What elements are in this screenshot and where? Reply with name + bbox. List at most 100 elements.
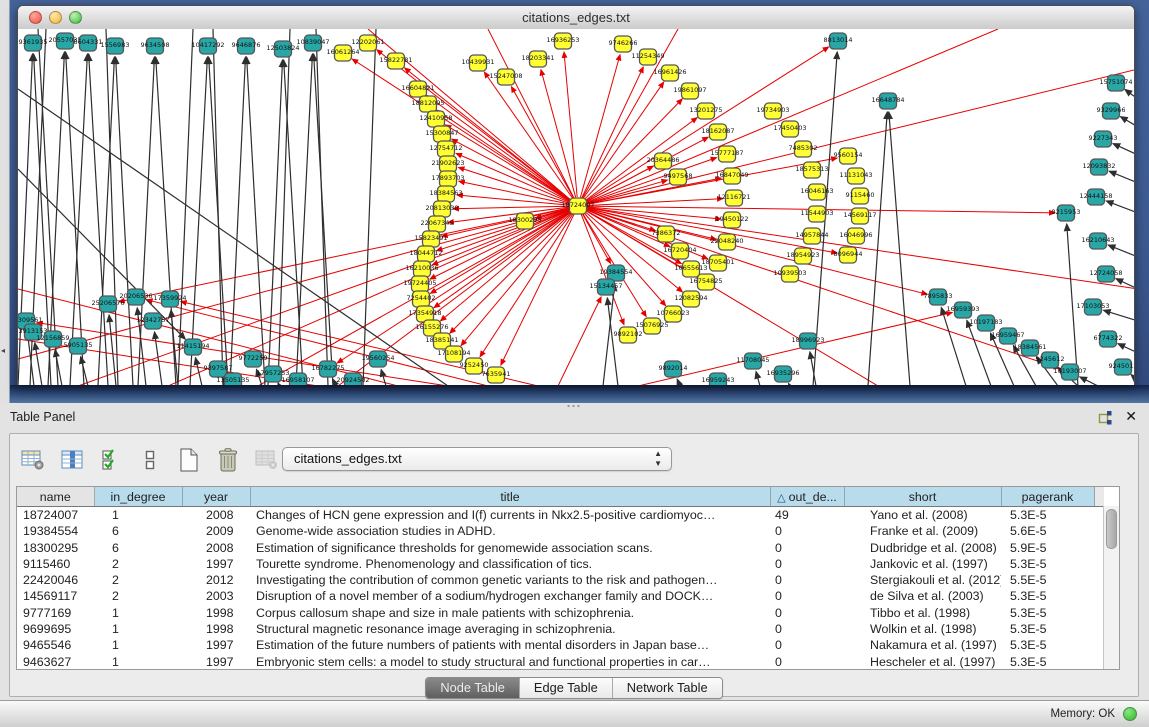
cell-year[interactable]: 2008 bbox=[182, 540, 250, 556]
cell-out_de...[interactable]: 0 bbox=[770, 556, 844, 572]
cell-name[interactable]: 14569117 bbox=[17, 588, 94, 604]
col-header-name[interactable]: name bbox=[17, 487, 94, 507]
cell-year[interactable]: 1998 bbox=[182, 605, 250, 621]
cell-in_degree[interactable]: 1 bbox=[94, 654, 182, 670]
cell-out_de...[interactable]: 0 bbox=[770, 621, 844, 637]
cell-year[interactable]: 2008 bbox=[182, 507, 250, 524]
table-source-select[interactable]: citations_edges.txt ▲▼ bbox=[282, 447, 672, 471]
cell-out_de...[interactable]: 0 bbox=[770, 540, 844, 556]
cell-name[interactable]: 18300295 bbox=[17, 540, 94, 556]
cell-short[interactable]: de Silva et al. (2003) bbox=[844, 588, 1001, 604]
merge-rows-button[interactable] bbox=[137, 447, 163, 473]
cell-pagerank[interactable]: 5.6E-5 bbox=[1001, 523, 1094, 539]
col-header-out-degree[interactable]: △out_de... bbox=[770, 487, 844, 507]
cell-in_degree[interactable]: 1 bbox=[94, 637, 182, 653]
column-visibility-button[interactable] bbox=[59, 447, 85, 473]
cell-pagerank[interactable]: 5.3E-5 bbox=[1001, 588, 1094, 604]
cell-in_degree[interactable]: 2 bbox=[94, 588, 182, 604]
cell-pagerank[interactable]: 5.9E-5 bbox=[1001, 540, 1094, 556]
cell-name[interactable]: 9465546 bbox=[17, 637, 94, 653]
citation-network-graph[interactable]: 1660482118812095124109581530084712754712… bbox=[18, 29, 1134, 385]
cell-name[interactable]: 9115460 bbox=[17, 556, 94, 572]
cell-title[interactable]: Genome-wide association studies in ADHD. bbox=[250, 523, 770, 539]
select-rows-button[interactable] bbox=[98, 447, 124, 473]
cell-title[interactable]: Estimation of the future numbers of pati… bbox=[250, 637, 770, 653]
tab-network-table[interactable]: Network Table bbox=[612, 678, 722, 698]
cell-name[interactable]: 9699695 bbox=[17, 621, 94, 637]
cell-out_de...[interactable]: 0 bbox=[770, 605, 844, 621]
cell-title[interactable]: Investigating the contribution of common… bbox=[250, 572, 770, 588]
col-header-title[interactable]: title bbox=[250, 487, 770, 507]
cell-out_de...[interactable]: 0 bbox=[770, 572, 844, 588]
cell-short[interactable]: Jankovic et al. (1997) bbox=[844, 556, 1001, 572]
cell-pagerank[interactable]: 5.3E-5 bbox=[1001, 654, 1094, 670]
cell-out_de...[interactable]: 0 bbox=[770, 523, 844, 539]
cell-pagerank[interactable]: 5.3E-5 bbox=[1001, 637, 1094, 653]
cell-short[interactable]: Tibbo et al. (1998) bbox=[844, 605, 1001, 621]
cell-in_degree[interactable]: 1 bbox=[94, 621, 182, 637]
cell-short[interactable]: Yano et al. (2008) bbox=[844, 507, 1001, 524]
cell-in_degree[interactable]: 6 bbox=[94, 523, 182, 539]
cell-title[interactable]: Changes of HCN gene expression and I(f) … bbox=[250, 507, 770, 524]
cell-title[interactable]: Disruption of a novel member of a sodium… bbox=[250, 588, 770, 604]
cell-year[interactable]: 1998 bbox=[182, 621, 250, 637]
cell-title[interactable]: Embryonic stem cells: a model to study s… bbox=[250, 654, 770, 670]
cell-in_degree[interactable]: 2 bbox=[94, 572, 182, 588]
cell-name[interactable]: 9777169 bbox=[17, 605, 94, 621]
cell-title[interactable]: Estimation of significance thresholds fo… bbox=[250, 540, 770, 556]
cell-short[interactable]: Stergiakouli et al. (2012) bbox=[844, 572, 1001, 588]
cell-year[interactable]: 1997 bbox=[182, 556, 250, 572]
cell-year[interactable]: 2012 bbox=[182, 572, 250, 588]
cell-title[interactable]: Structural magnetic resonance image aver… bbox=[250, 621, 770, 637]
table-settings-button[interactable] bbox=[20, 447, 46, 473]
cell-year[interactable]: 2003 bbox=[182, 588, 250, 604]
cell-out_de...[interactable]: 0 bbox=[770, 637, 844, 653]
table-row[interactable]: 946362711997Embryonic stem cells: a mode… bbox=[17, 654, 1104, 670]
table-scrollbar-thumb[interactable] bbox=[1106, 509, 1117, 549]
cell-title[interactable]: Tourette syndrome. Phenomenology and cla… bbox=[250, 556, 770, 572]
left-panel-edge[interactable]: ◂ bbox=[0, 0, 10, 403]
cell-name[interactable]: 22420046 bbox=[17, 572, 94, 588]
cell-year[interactable]: 2009 bbox=[182, 523, 250, 539]
tab-edge-table[interactable]: Edge Table bbox=[519, 678, 612, 698]
cell-pagerank[interactable]: 5.5E-5 bbox=[1001, 572, 1094, 588]
table-scrollbar[interactable] bbox=[1103, 506, 1119, 669]
cell-short[interactable]: Dudbridge et al. (2008) bbox=[844, 540, 1001, 556]
cell-short[interactable]: Nakamura et al. (1997) bbox=[844, 637, 1001, 653]
cell-out_de...[interactable]: 0 bbox=[770, 588, 844, 604]
cell-pagerank[interactable]: 5.3E-5 bbox=[1001, 507, 1094, 524]
cell-pagerank[interactable]: 5.3E-5 bbox=[1001, 605, 1094, 621]
cell-in_degree[interactable]: 1 bbox=[94, 507, 182, 524]
delete-table-button[interactable] bbox=[215, 447, 241, 473]
close-panel-icon[interactable]: ✕ bbox=[1125, 408, 1137, 425]
table-row[interactable]: 969969511998Structural magnetic resonanc… bbox=[17, 621, 1104, 637]
table-row[interactable]: 911546021997Tourette syndrome. Phenomeno… bbox=[17, 556, 1104, 572]
tab-node-table[interactable]: Node Table bbox=[426, 678, 519, 698]
cell-title[interactable]: Corpus callosum shape and size in male p… bbox=[250, 605, 770, 621]
cell-year[interactable]: 1997 bbox=[182, 637, 250, 653]
table-row[interactable]: 1872400712008Changes of HCN gene express… bbox=[17, 507, 1104, 524]
network-window-titlebar[interactable]: citations_edges.txt bbox=[18, 6, 1134, 30]
cell-name[interactable]: 9463627 bbox=[17, 654, 94, 670]
col-header-year[interactable]: year bbox=[182, 487, 250, 507]
table-row[interactable]: 946554611997Estimation of the future num… bbox=[17, 637, 1104, 653]
table-row[interactable]: 977716911998Corpus callosum shape and si… bbox=[17, 605, 1104, 621]
cell-out_de...[interactable]: 49 bbox=[770, 507, 844, 524]
cell-out_de...[interactable]: 0 bbox=[770, 654, 844, 670]
cell-in_degree[interactable]: 6 bbox=[94, 540, 182, 556]
new-table-button[interactable] bbox=[176, 447, 202, 473]
table-row[interactable]: 1938455462009Genome-wide association stu… bbox=[17, 523, 1104, 539]
col-header-short[interactable]: short bbox=[844, 487, 1001, 507]
table-row[interactable]: 1830029562008Estimation of significance … bbox=[17, 540, 1104, 556]
table-row[interactable]: 1456911722003Disruption of a novel membe… bbox=[17, 588, 1104, 604]
cell-pagerank[interactable]: 5.3E-5 bbox=[1001, 621, 1094, 637]
cell-short[interactable]: Hescheler et al. (1997) bbox=[844, 654, 1001, 670]
cell-pagerank[interactable]: 5.3E-5 bbox=[1001, 556, 1094, 572]
network-canvas[interactable]: 1660482118812095124109581530084712754712… bbox=[18, 29, 1134, 385]
table-row[interactable]: 2242004622012Investigating the contribut… bbox=[17, 572, 1104, 588]
col-header-pagerank[interactable]: pagerank bbox=[1001, 487, 1094, 507]
cell-in_degree[interactable]: 1 bbox=[94, 605, 182, 621]
cell-short[interactable]: Franke et al. (2009) bbox=[844, 523, 1001, 539]
cell-name[interactable]: 19384554 bbox=[17, 523, 94, 539]
col-header-in-degree[interactable]: in_degree bbox=[94, 487, 182, 507]
